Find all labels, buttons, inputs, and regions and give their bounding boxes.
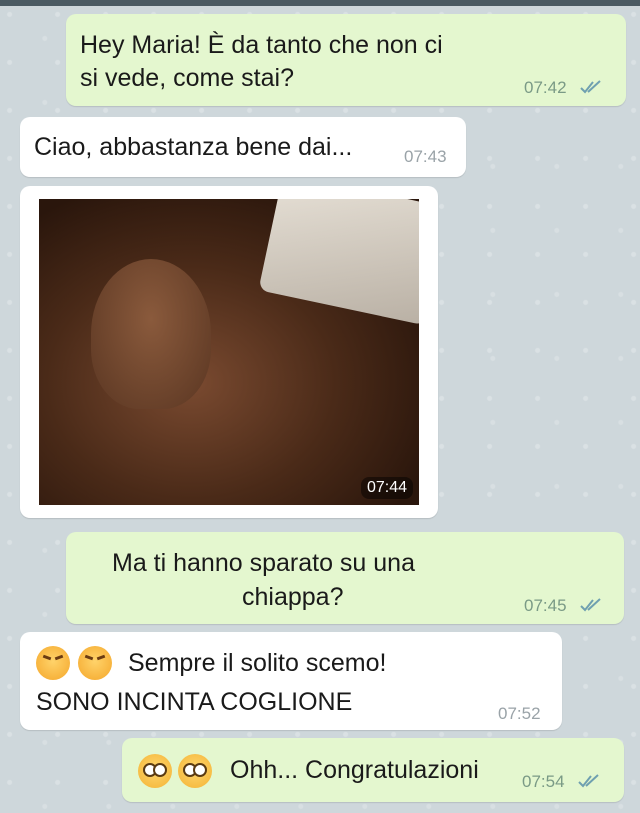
message-text: Ciao, abbastanza bene dai... bbox=[34, 133, 353, 161]
angry-face-emoji bbox=[36, 646, 70, 680]
message-bubble-outgoing[interactable]: Hey Maria! È da tanto che non ci si vede… bbox=[66, 14, 626, 106]
double-check-icon bbox=[580, 80, 602, 94]
message-bubble-outgoing[interactable]: Ohh... Congratulazioni 07:54 bbox=[122, 738, 624, 802]
message-bubble-outgoing[interactable]: Ma ti hanno sparato su una chiappa? 07:4… bbox=[66, 532, 624, 624]
message-timestamp: 07:45 bbox=[524, 596, 567, 615]
message-text-line: SONO INCINTA COGLIONE bbox=[36, 688, 353, 716]
double-check-icon bbox=[580, 598, 602, 612]
photo-hand-shape bbox=[91, 259, 211, 409]
photo-cloth-shape bbox=[258, 199, 419, 326]
message-bubble-incoming[interactable]: Ciao, abbastanza bene dai... 07:43 bbox=[20, 117, 466, 177]
photo-attachment[interactable]: 07:44 bbox=[36, 196, 422, 508]
message-text-line: Hey Maria! È da tanto che non ci bbox=[80, 31, 443, 59]
flushed-face-emoji bbox=[138, 754, 172, 788]
message-text-line: chiappa? bbox=[242, 583, 344, 611]
message-text-line: si vede, come stai? bbox=[80, 64, 294, 92]
photo-timestamp: 07:44 bbox=[360, 477, 413, 499]
message-text-line: Ma ti hanno sparato su una bbox=[112, 549, 415, 577]
top-bar bbox=[0, 0, 640, 6]
message-timestamp: 07:43 bbox=[404, 147, 447, 166]
double-check-icon bbox=[578, 774, 600, 788]
message-text-line: Sempre il solito scemo! bbox=[128, 649, 387, 677]
message-text: Ohh... Congratulazioni bbox=[230, 756, 479, 784]
message-timestamp: 07:42 bbox=[524, 78, 567, 97]
message-timestamp: 07:52 bbox=[498, 704, 541, 723]
flushed-face-emoji bbox=[178, 754, 212, 788]
angry-face-emoji bbox=[78, 646, 112, 680]
message-bubble-incoming[interactable]: Sempre il solito scemo! SONO INCINTA COG… bbox=[20, 632, 562, 730]
message-timestamp: 07:54 bbox=[522, 772, 565, 791]
